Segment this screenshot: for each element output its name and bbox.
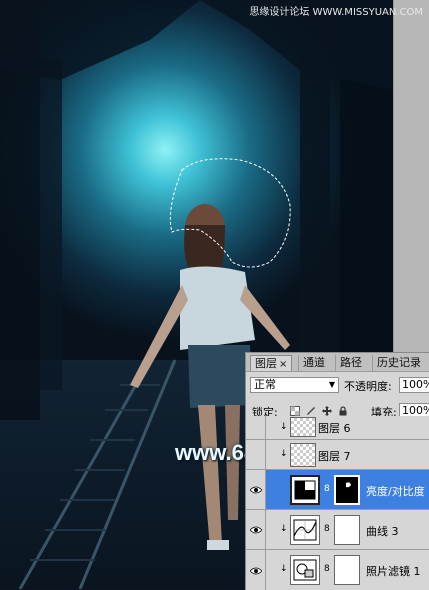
visibility-toggle[interactable] (246, 440, 266, 469)
move-lock-icon[interactable] (322, 406, 332, 416)
brush-lock-icon[interactable] (306, 406, 316, 416)
layer-name: 图层 6 (318, 422, 351, 435)
tab-layers-label: 图层 (255, 357, 277, 370)
close-icon[interactable]: × (279, 359, 287, 370)
layer-mask-thumb (334, 515, 360, 545)
photo-filter-adjustment-icon (290, 555, 320, 585)
layer-row-brightness-contrast[interactable]: 8 亮度/对比度 1 (246, 470, 429, 510)
layer-name: 图层 7 (318, 450, 351, 463)
lock-transparent-icon[interactable] (290, 406, 300, 416)
clip-arrow-icon: ↓ (280, 564, 288, 574)
canvas-scrollbar[interactable] (393, 0, 429, 355)
clip-arrow-icon: ↓ (280, 524, 288, 534)
clip-arrow-icon: ↓ (280, 422, 288, 432)
link-icon[interactable]: 8 (324, 564, 330, 574)
curves-adjustment-icon (290, 515, 320, 545)
visibility-toggle[interactable] (246, 416, 266, 439)
visibility-toggle[interactable] (246, 470, 266, 509)
panel-tabs: 图层 × 通道 路径 历史记录 (246, 353, 429, 372)
layer-mask-thumb (334, 555, 360, 585)
eye-icon (250, 526, 262, 533)
layer-row-6[interactable]: ↓ 图层 6 (246, 416, 429, 440)
link-icon[interactable]: 8 (324, 524, 330, 534)
layers-panel: 图层× 通道 路径 历史记录 正常 ▼ 不透明度: 100% 锁定: 填充: 1… (245, 352, 429, 590)
eye-icon (250, 567, 262, 574)
watermark-top: 思缘设计论坛 WWW.MISSYUAN.COM (249, 7, 423, 18)
layer-row-curves[interactable]: ↓ 8 曲线 3 (246, 510, 429, 550)
layer-thumbnail (290, 443, 316, 467)
tab-history[interactable]: 历史记录 (372, 355, 425, 371)
blend-mode-value: 正常 (254, 378, 276, 391)
layer-name: 曲线 3 (366, 525, 399, 538)
tab-paths[interactable]: 路径 (335, 355, 366, 371)
layer-mask-thumb (334, 475, 360, 505)
layer-name: 亮度/对比度 1 (366, 485, 429, 498)
layers-list: ↓ 图层 6 ↓ 图层 7 8 亮度/对比度 1 ↓ 8 曲线 3 ↓ 8 照片… (246, 416, 429, 590)
visibility-toggle[interactable] (246, 510, 266, 549)
layer-thumbnail (290, 417, 316, 437)
blend-mode-select[interactable]: 正常 ▼ (250, 377, 339, 393)
layer-row-7[interactable]: ↓ 图层 7 (246, 440, 429, 470)
tab-layers[interactable]: 图层 × (250, 355, 293, 371)
clip-arrow-icon: ↓ (280, 449, 288, 459)
opacity-input[interactable]: 100% (399, 377, 429, 393)
lock-all-icon[interactable] (338, 406, 348, 416)
opacity-label: 不透明度: (344, 380, 392, 393)
layer-name: 照片滤镜 1 (366, 565, 421, 578)
brightness-contrast-adjustment-icon (290, 475, 320, 505)
tab-channels[interactable]: 通道 (298, 355, 329, 371)
link-icon[interactable]: 8 (324, 484, 330, 494)
visibility-toggle[interactable] (246, 550, 266, 590)
chevron-down-icon: ▼ (328, 380, 335, 389)
layer-row-photo-filter[interactable]: ↓ 8 照片滤镜 1 (246, 550, 429, 590)
eye-icon (250, 486, 262, 493)
